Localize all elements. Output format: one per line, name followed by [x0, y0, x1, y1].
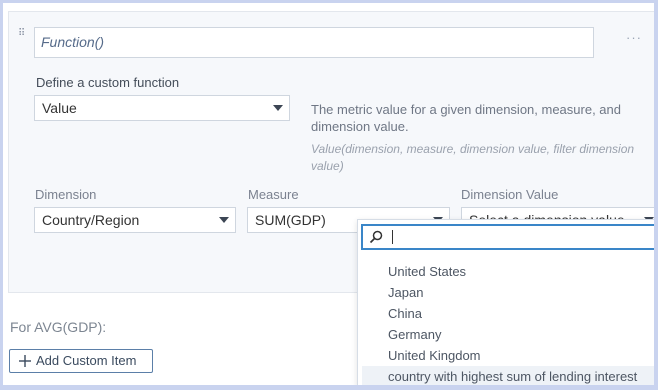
- dropdown-option[interactable]: China: [362, 303, 654, 324]
- measure-select-value: SUM(GDP): [255, 212, 326, 228]
- text-cursor: [392, 230, 393, 244]
- chevron-down-icon: [273, 105, 283, 111]
- dimension-value-label: Dimension Value: [461, 187, 559, 202]
- dropdown-option[interactable]: United States: [362, 261, 654, 282]
- drag-handle-icon[interactable]: ⠿: [18, 29, 28, 45]
- plus-icon: [19, 355, 31, 367]
- add-custom-item-label: Add Custom Item: [36, 353, 137, 368]
- chevron-down-icon: [219, 217, 229, 223]
- dropdown-option[interactable]: Germany: [362, 324, 654, 345]
- function-select[interactable]: Value: [34, 95, 290, 121]
- function-select-value: Value: [42, 100, 77, 116]
- function-description: The metric value for a given dimension, …: [311, 102, 621, 134]
- dropdown-option[interactable]: Japan: [362, 282, 654, 303]
- dimension-select-value: Country/Region: [42, 212, 140, 228]
- dropdown-option[interactable]: United Kingdom: [362, 345, 654, 366]
- measure-label: Measure: [248, 187, 299, 202]
- function-name-input[interactable]: Function(): [34, 27, 594, 58]
- dimension-select[interactable]: Country/Region: [34, 207, 236, 233]
- dimension-label: Dimension: [35, 187, 97, 202]
- for-measure-label: For AVG(GDP):: [10, 319, 107, 335]
- search-icon: [369, 230, 383, 244]
- more-options-icon[interactable]: ···: [626, 30, 642, 45]
- dimension-value-dropdown: United States Japan China Germany United…: [357, 219, 654, 385]
- function-syntax: Value(dimension, measure, dimension valu…: [311, 142, 635, 173]
- custom-items-frame: ⠿ Function() ··· Define a custom functio…: [3, 3, 654, 385]
- define-function-label: Define a custom function: [36, 75, 180, 90]
- add-custom-item-button[interactable]: Add Custom Item: [9, 349, 153, 373]
- dropdown-option[interactable]: country with highest sum of lending inte…: [362, 366, 654, 385]
- dimension-value-search-input[interactable]: [361, 224, 654, 250]
